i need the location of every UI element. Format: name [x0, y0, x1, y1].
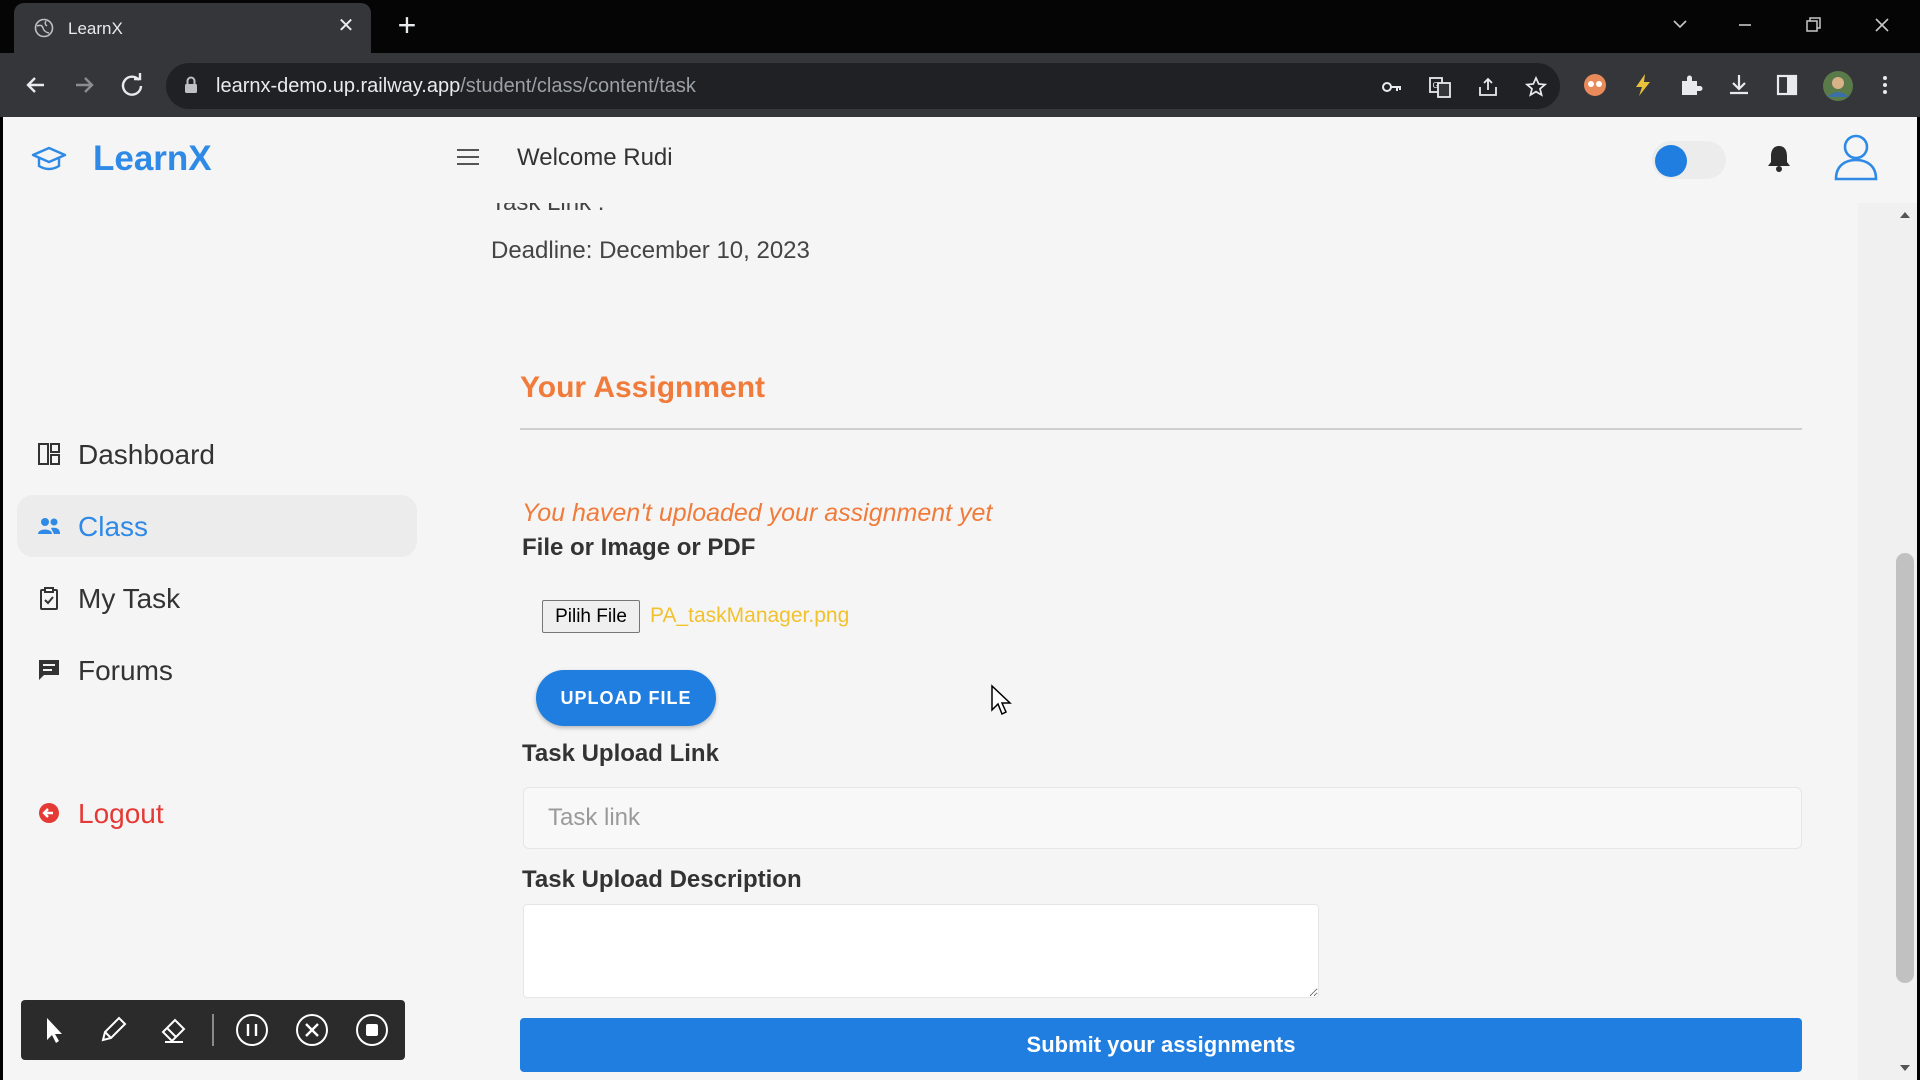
url-host: learnx-demo.up.railway.app — [216, 75, 461, 97]
share-icon[interactable] — [1476, 75, 1500, 99]
section-divider — [520, 428, 1802, 430]
translate-icon[interactable]: G — [1428, 75, 1452, 99]
restore-icon[interactable] — [1793, 8, 1833, 42]
sidebar-item-logout[interactable]: Logout — [17, 782, 417, 844]
bell-icon[interactable] — [1764, 142, 1794, 174]
sidebar-item-forums[interactable]: Forums — [17, 639, 417, 701]
back-icon[interactable] — [18, 67, 54, 103]
tab-search-icon[interactable] — [1660, 8, 1700, 42]
task-link-label: Task Upload Link — [522, 740, 719, 767]
stop-recording-icon[interactable] — [354, 1012, 390, 1048]
pencil-icon[interactable] — [95, 1012, 131, 1048]
extension-face-icon[interactable] — [1582, 72, 1608, 98]
pointer-icon[interactable] — [35, 1012, 71, 1048]
bookmark-star-icon[interactable] — [1524, 75, 1548, 99]
browser-tab[interactable]: LearnX ✕ — [14, 3, 371, 53]
lock-icon[interactable] — [184, 76, 198, 94]
app-header: LearnX Welcome Rudi — [3, 117, 1917, 203]
profile-avatar-icon[interactable] — [1822, 70, 1854, 102]
key-icon[interactable] — [1380, 75, 1404, 99]
assignment-section-title: Your Assignment — [520, 371, 766, 404]
eraser-icon[interactable] — [155, 1012, 191, 1048]
clipboard-icon — [40, 587, 58, 610]
menu-toggle-icon[interactable] — [457, 149, 479, 167]
sidebar-item-label: Forums — [78, 655, 173, 686]
sidebar-item-dashboard[interactable]: Dashboard — [17, 423, 417, 485]
new-tab-button[interactable]: + — [392, 9, 422, 41]
minimize-icon[interactable] — [1725, 8, 1765, 42]
extension-lightning-icon[interactable] — [1630, 72, 1656, 98]
task-description-label: Task Upload Description — [522, 866, 802, 893]
sidebar-item-label: Class — [78, 511, 149, 542]
toggle-knob — [1655, 145, 1687, 177]
scroll-down-arrow-icon[interactable] — [1858, 1056, 1917, 1080]
task-description-textarea[interactable] — [523, 904, 1319, 998]
users-icon — [38, 518, 60, 534]
page-scrollbar[interactable] — [1858, 203, 1917, 1080]
sidebar-item-label: Logout — [78, 798, 164, 829]
tab-title: LearnX — [68, 19, 123, 38]
mouse-cursor-icon — [991, 684, 1012, 716]
address-bar: learnx-demo.up.railway.app/student/class… — [0, 53, 1920, 117]
submit-assignment-button[interactable]: Submit your assignments — [520, 1018, 1802, 1072]
upload-status-text: You haven't uploaded your assignment yet — [522, 499, 993, 527]
url-omnibox[interactable]: learnx-demo.up.railway.app/student/class… — [166, 63, 1560, 109]
deadline-text: Deadline: December 10, 2023 — [491, 237, 810, 264]
sidebar-item-class[interactable]: Class — [17, 495, 417, 557]
sidebar-item-label: My Task — [78, 583, 181, 614]
sidebar-item-label: Dashboard — [78, 439, 215, 470]
svg-text:G: G — [1433, 81, 1439, 90]
forward-icon[interactable] — [66, 67, 102, 103]
pause-icon[interactable] — [234, 1012, 270, 1048]
toolbar-separator — [212, 1014, 214, 1046]
scrollbar-thumb[interactable] — [1896, 553, 1914, 983]
browser-menu-icon[interactable] — [1872, 72, 1898, 98]
welcome-text: Welcome Rudi — [517, 144, 673, 171]
cancel-recording-icon[interactable] — [294, 1012, 330, 1048]
download-icon[interactable] — [1726, 72, 1752, 98]
upload-file-button[interactable]: UPLOAD FILE — [536, 670, 716, 726]
globe-icon — [34, 18, 54, 38]
tab-close-icon[interactable]: ✕ — [333, 13, 359, 39]
theme-toggle[interactable] — [1652, 141, 1726, 179]
selected-file-name: PA_taskManager.png — [650, 604, 850, 627]
app-logo-text[interactable]: LearnX — [93, 139, 212, 179]
dashboard-icon — [38, 443, 60, 465]
recorder-toolbar — [21, 1000, 405, 1060]
task-link-input[interactable] — [523, 787, 1802, 849]
chat-icon — [39, 660, 59, 680]
graduation-cap-icon[interactable] — [31, 142, 67, 178]
extensions-puzzle-icon[interactable] — [1678, 72, 1704, 98]
window-close-icon[interactable] — [1862, 8, 1902, 42]
file-field-label: File or Image or PDF — [522, 534, 756, 561]
user-profile-icon[interactable] — [1832, 131, 1880, 183]
url-text[interactable]: learnx-demo.up.railway.app/student/class… — [216, 75, 696, 98]
sidebar-item-my-task[interactable]: My Task — [17, 567, 417, 629]
web-page: LearnX Welcome Rudi Dashboard Class My T… — [3, 117, 1917, 1080]
logout-icon — [39, 803, 59, 823]
reload-icon[interactable] — [114, 67, 150, 103]
scroll-up-arrow-icon[interactable] — [1858, 203, 1917, 227]
url-path: /student/class/content/task — [460, 75, 696, 97]
side-panel-icon[interactable] — [1774, 72, 1800, 98]
choose-file-button[interactable]: Pilih File — [542, 600, 640, 633]
main-content: Task Link : Deadline: December 10, 2023 … — [457, 203, 1857, 1080]
sidebar: Dashboard Class My Task Forums Logout — [3, 203, 423, 1080]
task-link-text: Task Link : — [491, 203, 604, 217]
browser-tab-bar: LearnX ✕ + — [0, 0, 1920, 53]
